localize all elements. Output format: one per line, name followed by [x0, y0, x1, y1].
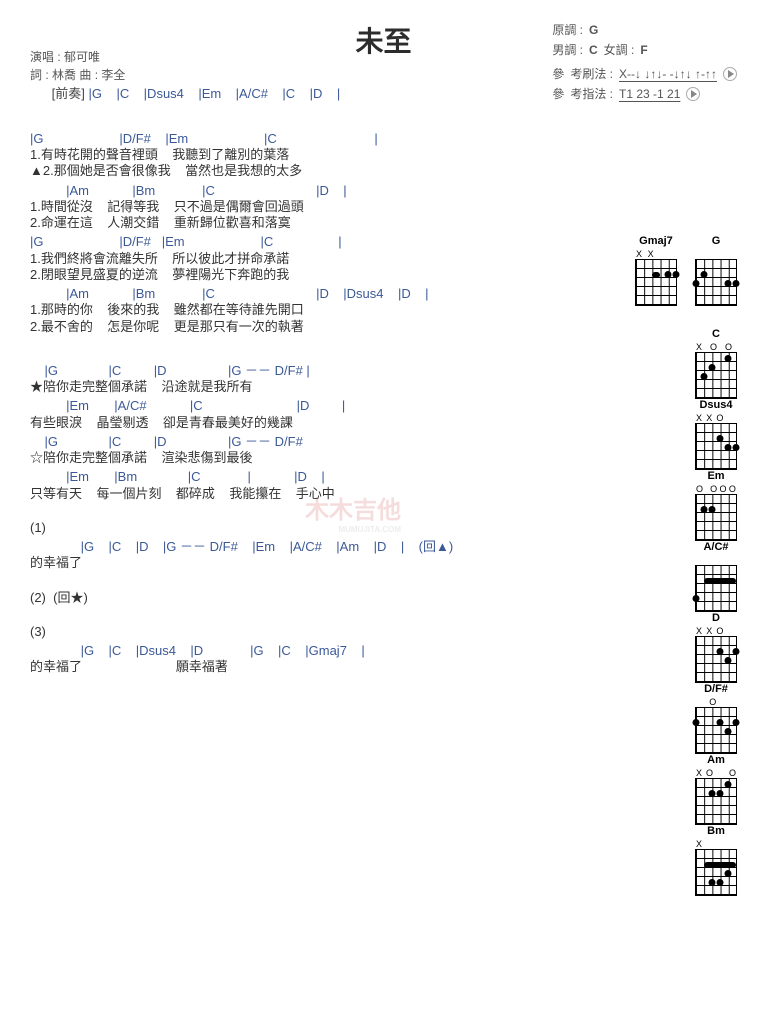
orig-key-label: 原調 :	[552, 20, 583, 40]
lyric-line: ★陪你走完整個承諾 沿途就是我所有	[30, 379, 610, 395]
lyric-line: ▲2.那個她是否會很像我 當然也是我想的太多	[30, 163, 610, 179]
lyric-line: 1.有時花開的聲音裡頭 我聽到了離別的葉落	[30, 147, 610, 163]
chord-line: |Em |A/C# |C |D |	[30, 398, 345, 413]
male-key-label: 男調 :	[552, 40, 583, 60]
chord-line: |Em |Bm |C | |D |	[30, 469, 325, 484]
chorus: |G |C |D |G －－ D/F# | ★陪你走完整個承諾 沿途就是我所有 …	[30, 363, 610, 502]
chord-name: Em	[707, 470, 724, 484]
intro-line: [前奏] |G |C |Dsus4 |Em |A/C# |C |D |	[30, 70, 610, 119]
intro-label: [前奏]	[52, 86, 85, 101]
chord-diagram: Gmaj7XX	[635, 235, 677, 306]
chord-diagram: Dsus4XXO	[695, 399, 737, 470]
verse-1: |G |D/F# |Em |C | 1.有時花開的聲音裡頭 我聽到了離別的葉落 …	[30, 131, 610, 335]
chord-diagram: EmO OOO	[695, 470, 737, 541]
lyric-line: ☆陪你走完整個承諾 渲染悲傷到最後	[30, 450, 610, 466]
chord-line: |G |C |D |G －－ D/F# |Em |A/C# |Am |D | (…	[30, 539, 453, 554]
chord-diagram: A/C#	[695, 541, 737, 612]
lyric-line: 的幸福了	[30, 555, 610, 571]
chord-name: G	[712, 235, 721, 249]
chord-line: |G |C |Dsus4 |D |G |C |Gmaj7 |	[30, 643, 365, 658]
chord-diagrams: Gmaj7XX G CX O O Dsus4XXO EmO OOOA/C# DX…	[635, 235, 737, 896]
chord-diagram: G	[695, 235, 737, 306]
chord-name: D/F#	[704, 683, 728, 697]
lyric-line: 的幸福了 願幸福著	[30, 659, 610, 675]
lyric-line: 2.閉眼望見盛夏的逆流 夢裡陽光下奔跑的我	[30, 267, 610, 283]
female-key-label: 女調 :	[604, 40, 635, 60]
chord-name: Am	[707, 754, 725, 768]
chord-diagram: D/F# O	[695, 683, 737, 754]
chord-diagram: BmX	[695, 825, 737, 896]
sheet-body: [前奏] |G |C |Dsus4 |Em |A/C# |C |D | |G |…	[0, 60, 767, 676]
intro-chords: |G |C |Dsus4 |Em |A/C# |C |D |	[89, 86, 341, 101]
chord-name: C	[712, 328, 720, 342]
chord-line: |G |C |D |G －－ D/F#	[30, 434, 303, 449]
outro-3: (3) |G |C |Dsus4 |D |G |C |Gmaj7 | 的幸福了 …	[30, 624, 610, 676]
chord-diagram: AmXO O	[695, 754, 737, 825]
chord-line: |Am |Bm |C |D |	[30, 183, 347, 198]
female-key: F	[640, 40, 647, 60]
chord-name: Bm	[707, 825, 725, 839]
orig-key: G	[589, 20, 598, 40]
lyric-line: 2.命運在這 人潮交錯 重新歸位歡喜和落寞	[30, 215, 610, 231]
header: 未至 演唱 : 郁可唯 詞 : 林喬 曲 : 李全 原調 : G 男調 : C …	[0, 0, 767, 60]
chord-line: |G |D/F# |Em |C |	[30, 131, 378, 146]
chord-diagram: CX O O	[695, 328, 737, 399]
lyric-line: 有些眼淚 晶瑩剔透 卻是青春最美好的幾課	[30, 415, 610, 431]
chord-diagram: DXXO	[695, 612, 737, 683]
chord-name: D	[712, 612, 720, 626]
outro-2: (2) (回★)	[30, 590, 610, 606]
lyric-line: 2.最不舍的 怎是你呢 更是那只有一次的執著	[30, 319, 610, 335]
section-label: (3)	[30, 624, 610, 640]
chord-name: A/C#	[703, 541, 728, 555]
lyric-line: 1.那時的你 後來的我 雖然都在等待誰先開口	[30, 302, 610, 318]
chord-line: |Am |Bm |C |D |Dsus4 |D |	[30, 286, 429, 301]
lyric-line: 1.我們終將會流離失所 所以彼此才拼命承諾	[30, 251, 610, 267]
chord-name: Dsus4	[699, 399, 732, 413]
lyric-line: 1.時間從沒 記得等我 只不過是偶爾會回過頭	[30, 199, 610, 215]
male-key: C	[589, 40, 598, 60]
chord-line: |G |C |D |G －－ D/F# |	[30, 363, 310, 378]
chord-name: Gmaj7	[639, 235, 673, 249]
lyric-line: 只等有天 每一個片刻 都碎成 我能攥在 手心中	[30, 486, 610, 502]
section-label: (2) (回★)	[30, 590, 610, 606]
outro-1: (1) |G |C |D |G －－ D/F# |Em |A/C# |Am |D…	[30, 520, 610, 572]
chord-line: |G |D/F# |Em |C |	[30, 234, 342, 249]
section-label: (1)	[30, 520, 610, 536]
